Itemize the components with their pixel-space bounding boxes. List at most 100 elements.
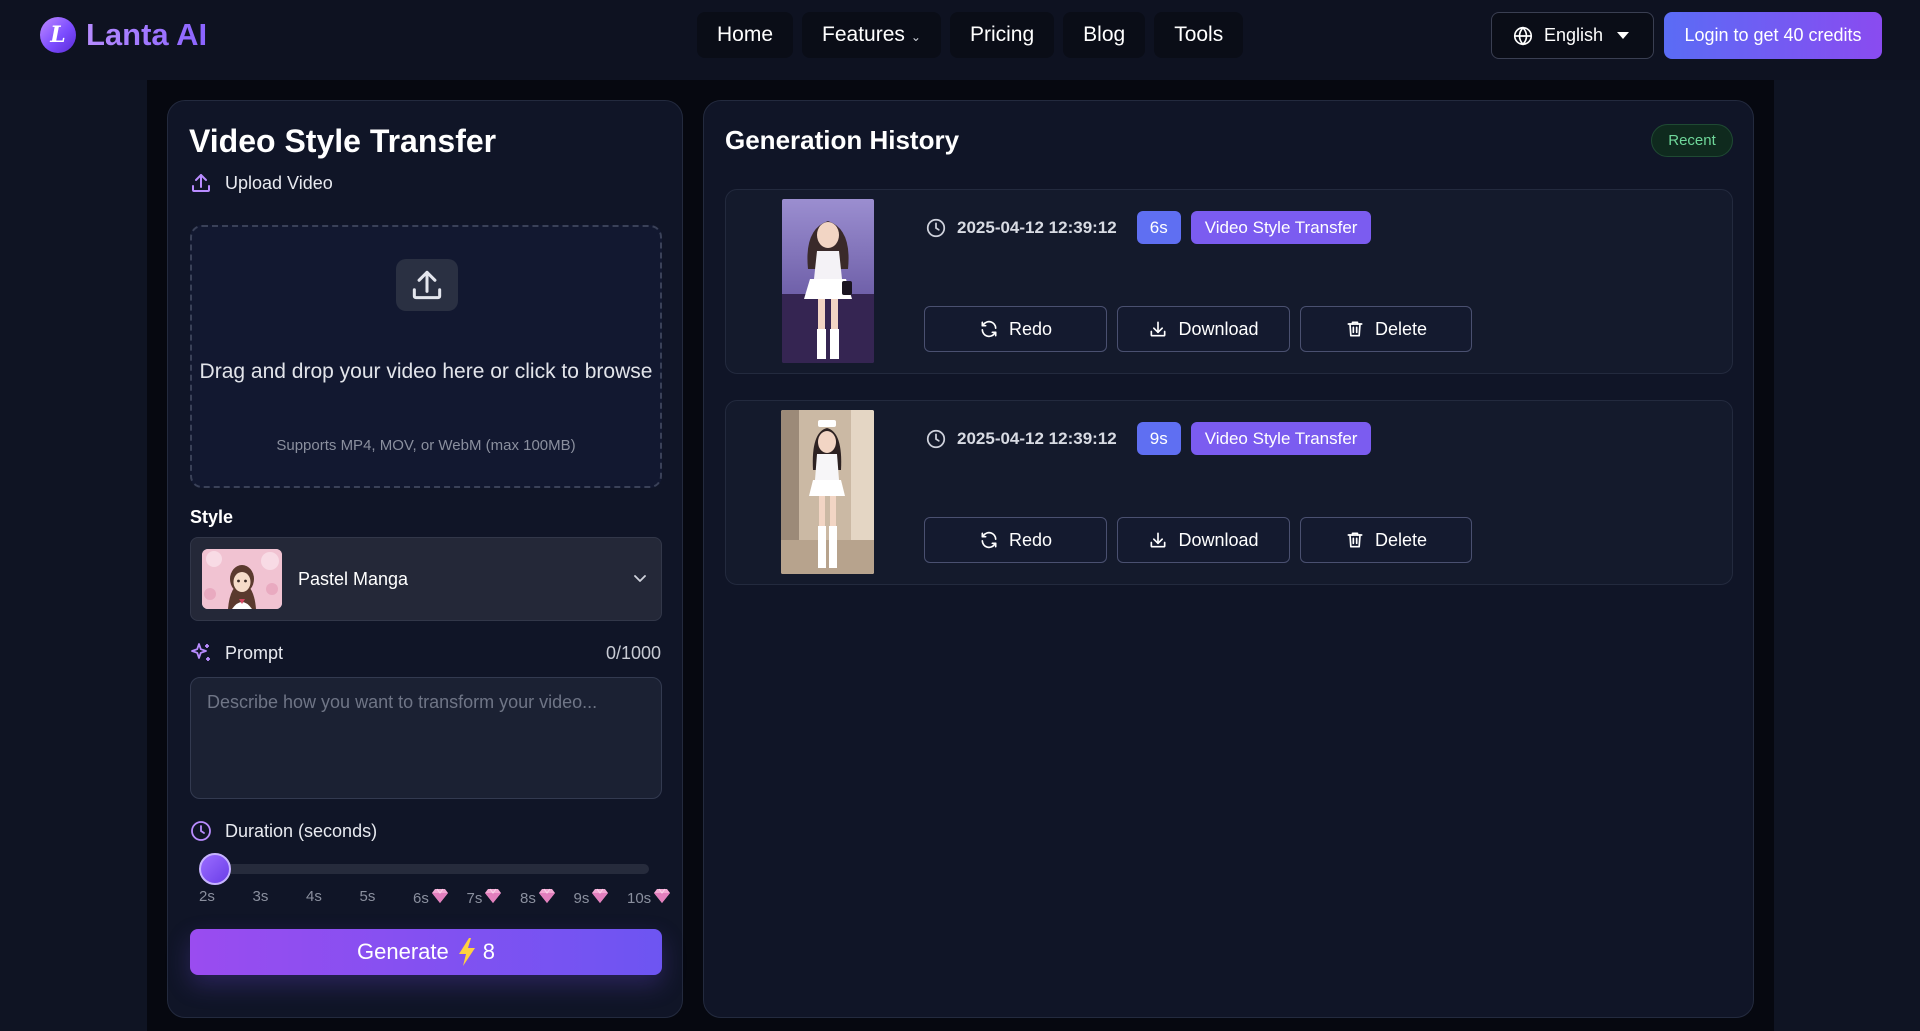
upload-label: Upload Video	[189, 171, 333, 195]
duration-tick-label: 5s	[359, 888, 376, 905]
upload-icon-container	[396, 259, 458, 311]
diamond-icon	[591, 888, 609, 908]
diamond-icon	[538, 888, 556, 908]
nav-pricing-label: Pricing	[969, 23, 1035, 46]
duration-tick[interactable]: 5s	[360, 888, 376, 905]
generate-credit-cost: 8	[482, 939, 495, 964]
delete-label: Delete	[1374, 529, 1428, 550]
duration-tick-label: 10s	[627, 889, 652, 907]
history-timestamp: 2025-04-12 12:39:12	[957, 217, 1117, 237]
top-navbar: L Lanta AI Home Features ⌄ Pricing Blog T…	[0, 0, 1920, 80]
diamond-icon	[484, 888, 502, 908]
nav-blog-label: Blog	[1083, 23, 1126, 46]
generate-button[interactable]: Generate 8	[190, 929, 662, 975]
dropzone-instructions: Drag and drop your video here or click t…	[199, 360, 653, 383]
page-title: Video Style Transfer	[189, 123, 497, 159]
selected-style-name: Pastel Manga	[298, 568, 409, 589]
type-badge: Video Style Transfer	[1190, 211, 1372, 244]
trash-icon	[1347, 321, 1363, 337]
duration-tick[interactable]: 6s	[413, 888, 449, 908]
redo-button[interactable]: Redo	[924, 306, 1107, 352]
generate-label: Generate	[357, 939, 449, 964]
diamond-icon	[431, 888, 449, 908]
clock-icon	[191, 821, 211, 841]
duration-tick[interactable]: 3s	[253, 888, 269, 905]
trash-icon	[1347, 532, 1363, 548]
history-item: 2025-04-12 12:39:12 9s Video Style Trans…	[725, 400, 1733, 585]
clock-icon	[926, 218, 946, 237]
duration-tick[interactable]: 4s	[306, 888, 322, 905]
duration-tick-label: 2s	[199, 888, 215, 905]
lightning-icon	[457, 937, 477, 967]
type-badge: Video Style Transfer	[1190, 422, 1372, 455]
duration-tick-label: 9s	[573, 889, 590, 907]
clock-icon	[926, 429, 946, 448]
nav-tools-label: Tools	[1174, 23, 1224, 46]
video-thumbnail[interactable]	[781, 410, 874, 574]
duration-slider-track[interactable]	[213, 864, 649, 874]
duration-badge: 9s	[1136, 422, 1181, 455]
download-icon	[1150, 532, 1166, 548]
history-timestamp: 2025-04-12 12:39:12	[957, 428, 1117, 448]
redo-label: Redo	[1008, 529, 1053, 550]
history-meta: 2025-04-12 12:39:12 6s Video Style Trans…	[925, 211, 1372, 244]
duration-tick[interactable]: 7s	[467, 888, 503, 908]
nav-pricing[interactable]: Pricing	[949, 12, 1055, 58]
download-button[interactable]: Download	[1117, 517, 1290, 563]
style-dropdown[interactable]: Pastel Manga	[190, 537, 662, 621]
redo-button[interactable]: Redo	[924, 517, 1107, 563]
nav-features[interactable]: Features ⌄	[802, 12, 941, 58]
duration-tick-label: 6s	[413, 889, 429, 907]
duration-tick[interactable]: 2s	[199, 888, 215, 905]
logo-mark-icon: L	[40, 17, 76, 53]
duration-tick-label: 4s	[306, 888, 322, 905]
language-label: English	[1544, 25, 1604, 45]
nav-blog[interactable]: Blog	[1063, 12, 1146, 58]
nav-features-label: Features	[822, 23, 905, 46]
duration-tick[interactable]: 9s	[574, 888, 610, 908]
globe-icon	[1513, 26, 1533, 45]
download-icon	[1150, 321, 1166, 337]
delete-label: Delete	[1374, 318, 1428, 339]
nav-home[interactable]: Home	[697, 12, 794, 58]
prompt-label-text: Prompt	[225, 642, 284, 663]
prompt-label: Prompt	[189, 641, 283, 665]
history-actions: Redo Download Delete	[924, 306, 1472, 352]
video-thumbnail[interactable]	[782, 199, 874, 363]
main-nav: Home Features ⌄ Pricing Blog Tools	[697, 12, 1244, 58]
duration-tick[interactable]: 10s	[627, 888, 671, 908]
history-item: 2025-04-12 12:39:12 6s Video Style Trans…	[725, 189, 1733, 374]
style-transfer-form: Video Style Transfer Upload Video Drag a…	[167, 100, 683, 1018]
chevron-down-icon	[634, 575, 646, 582]
prompt-input[interactable]	[190, 677, 662, 799]
video-dropzone[interactable]: Drag and drop your video here or click t…	[190, 225, 662, 488]
duration-badge: 6s	[1136, 211, 1181, 244]
upload-arrow-icon	[412, 270, 442, 300]
generation-history-panel: Generation History Recent 2025-04-12 12:…	[703, 100, 1754, 1018]
nav-tools[interactable]: Tools	[1154, 12, 1244, 58]
caret-down-icon	[1617, 32, 1630, 39]
upload-icon	[192, 174, 210, 192]
download-label: Download	[1178, 318, 1259, 339]
duration-label-text: Duration (seconds)	[225, 820, 378, 841]
duration-tick[interactable]: 8s	[520, 888, 556, 908]
logo[interactable]: L Lanta AI	[40, 17, 207, 53]
delete-button[interactable]: Delete	[1300, 306, 1472, 352]
refresh-icon	[981, 531, 997, 549]
prompt-character-count: 0/1000	[605, 643, 661, 663]
sparkles-icon	[191, 643, 210, 661]
duration-tick-label: 8s	[520, 889, 536, 907]
history-title: Generation History	[725, 125, 960, 155]
dropzone-formats: Supports MP4, MOV, or WebM (max 100MB)	[276, 437, 576, 454]
duration-label: Duration (seconds)	[189, 819, 377, 843]
delete-button[interactable]: Delete	[1300, 517, 1472, 563]
login-button[interactable]: Login to get 40 credits	[1664, 12, 1882, 59]
duration-tick-label: 3s	[252, 888, 269, 905]
brand-name: Lanta AI	[86, 17, 208, 52]
refresh-icon	[981, 320, 997, 338]
duration-slider-handle[interactable]	[199, 853, 231, 885]
chevron-down-icon: ⌄	[910, 29, 921, 44]
language-selector[interactable]: English	[1491, 12, 1654, 59]
download-button[interactable]: Download	[1117, 306, 1290, 352]
nav-home-label: Home	[717, 23, 774, 46]
